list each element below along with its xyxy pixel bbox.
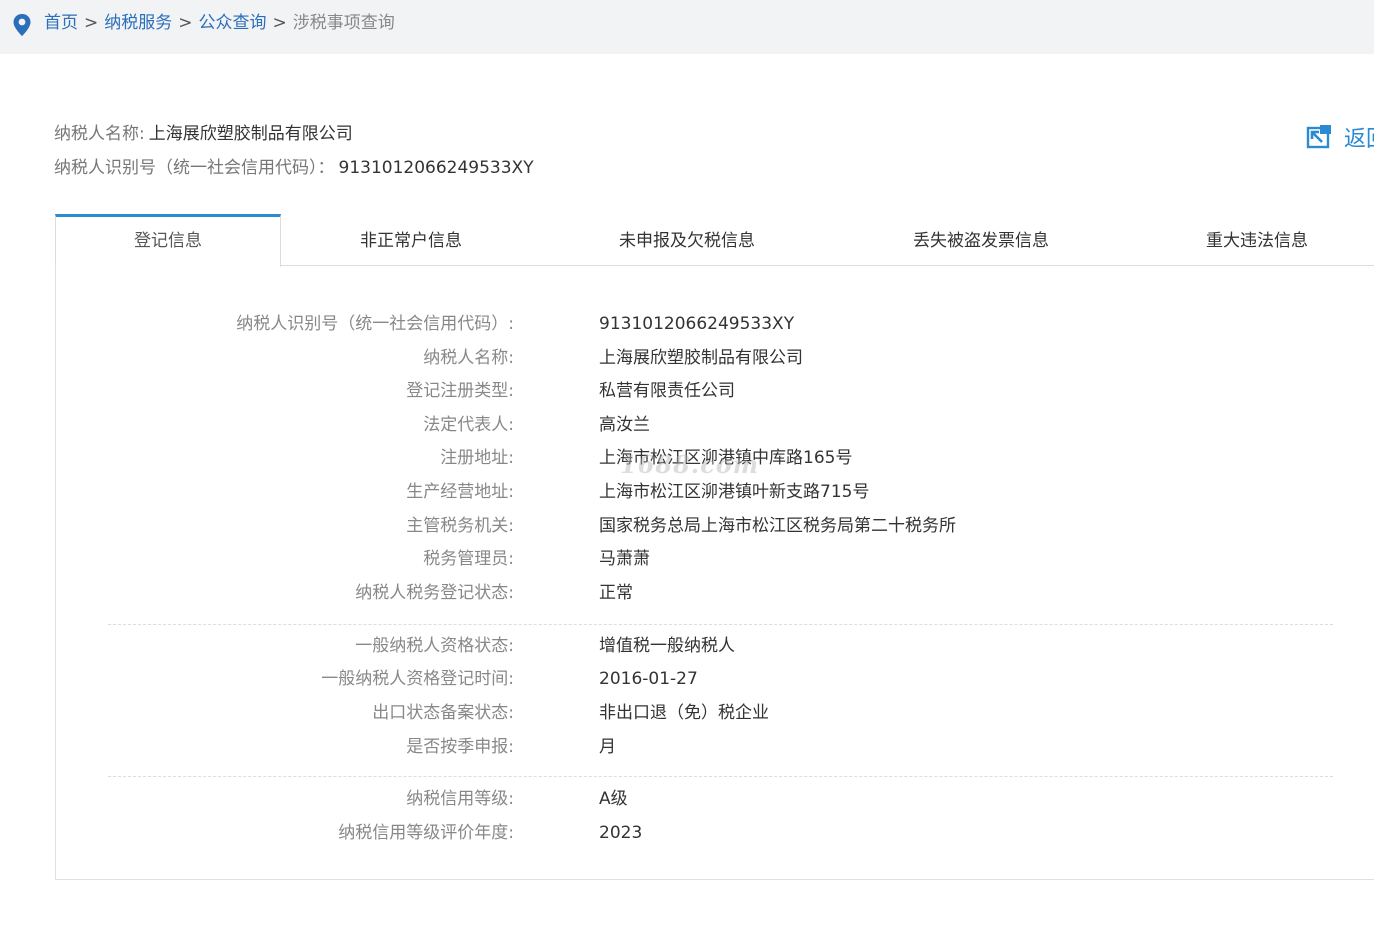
field-label: 纳税人识别号（统一社会信用代码）: [236,314,514,334]
field-label: 主管税务机关: [406,516,514,536]
field-general-taxpayer-status: 一般纳税人资格状态: 增值税一般纳税人 [0,634,1300,658]
field-registration-type: 登记注册类型: 私营有限责任公司 [0,379,1300,403]
field-value: 非出口退（免）税企业 [599,703,769,723]
field-label: 纳税人名称: [423,348,514,368]
field-value: 上海市松江区泖港镇叶新支路715号 [599,482,870,502]
field-registered-address: 注册地址: 上海市松江区泖港镇中库路165号 [0,446,1300,470]
breadcrumb-bar: 首页 > 纳税服务 > 公众查询 > 涉税事项查询 [0,0,1374,54]
field-label: 法定代表人: [423,415,514,435]
section-divider [108,776,1333,777]
field-credit-rating-year: 纳税信用等级评价年度: 2023 [0,821,1300,845]
back-button-label: 返回 [1344,127,1374,152]
breadcrumb-separator: > [178,13,193,33]
taxpayer-name-value: 上海展欣塑胶制品有限公司 [148,124,353,144]
field-legal-representative: 法定代表人: 高汝兰 [0,413,1300,437]
breadcrumb-home[interactable]: 首页 [44,13,78,33]
taxpayer-id-label: 纳税人识别号（统一社会信用代码）： [54,158,335,178]
taxpayer-id-value: 9131012066249533XY [338,158,534,178]
breadcrumb-separator: > [272,13,287,33]
field-value: 私营有限责任公司 [599,381,735,401]
field-value: 马萧萧 [599,549,650,569]
location-pin-icon [13,14,31,36]
field-tax-authority: 主管税务机关: 国家税务总局上海市松江区税务局第二十税务所 [0,514,1300,538]
tab-abnormal-household[interactable]: 非正常户信息 [311,214,511,266]
field-tax-administrator: 税务管理员: 马萧萧 [0,547,1300,571]
field-value: 2016-01-27 [599,669,698,689]
taxpayer-id-row: 纳税人识别号（统一社会信用代码）： 9131012066249533XY [54,155,534,189]
field-label: 是否按季申报: [406,737,514,757]
field-value: 9131012066249533XY [599,314,795,334]
field-label: 纳税人税务登记状态: [355,583,514,603]
field-value: 月 [599,737,616,757]
section-divider [108,624,1333,625]
field-credit-rating: 纳税信用等级: A级 [0,787,1300,811]
field-taxpayer-name: 纳税人名称: 上海展欣塑胶制品有限公司 [0,346,1300,370]
field-value: 国家税务总局上海市松江区税务局第二十税务所 [599,516,956,536]
field-label: 生产经营地址: [406,482,514,502]
breadcrumb-public-query[interactable]: 公众查询 [199,13,267,33]
tab-major-violations[interactable]: 重大违法信息 [1157,214,1357,266]
breadcrumb: 首页 > 纳税服务 > 公众查询 > 涉税事项查询 [44,12,395,34]
info-tabs: 登记信息 非正常户信息 未申报及欠税信息 丢失被盗发票信息 重大违法信息 [55,214,1374,267]
field-label: 一般纳税人资格登记时间: [321,669,514,689]
breadcrumb-separator: > [84,13,99,33]
field-label: 注册地址: [440,448,514,468]
field-export-status: 出口状态备案状态: 非出口退（免）税企业 [0,701,1300,725]
breadcrumb-tax-service[interactable]: 纳税服务 [104,13,172,33]
back-button[interactable]: 返回 [1306,120,1374,152]
tab-lost-invoices[interactable]: 丢失被盗发票信息 [881,214,1081,266]
breadcrumb-current: 涉税事项查询 [292,13,395,33]
field-value: 2023 [599,823,643,843]
field-label: 一般纳税人资格状态: [355,636,514,656]
field-label: 登记注册类型: [406,381,514,401]
field-value: 上海展欣塑胶制品有限公司 [599,348,803,368]
field-label: 纳税信用等级: [406,789,514,809]
field-label: 纳税信用等级评价年度: [338,823,514,843]
field-label: 税务管理员: [423,549,514,569]
field-registration-status: 纳税人税务登记状态: 正常 [0,581,1300,605]
taxpayer-name-row: 纳税人名称: 上海展欣塑胶制品有限公司 [54,121,534,155]
tab-registration-info[interactable]: 登记信息 [55,214,281,267]
back-arrow-icon [1306,125,1331,149]
taxpayer-summary: 纳税人名称: 上海展欣塑胶制品有限公司 纳税人识别号（统一社会信用代码）： 9131… [54,121,534,189]
field-value: 正常 [599,583,633,603]
field-value: A级 [599,789,628,809]
field-general-taxpayer-date: 一般纳税人资格登记时间: 2016-01-27 [0,667,1300,691]
field-quarterly-filing: 是否按季申报: 月 [0,735,1300,759]
field-value: 上海市松江区泖港镇中库路165号 [599,448,853,468]
tab-undeclared-arrears[interactable]: 未申报及欠税信息 [587,214,787,266]
field-label: 出口状态备案状态: [372,703,514,723]
field-business-address: 生产经营地址: 上海市松江区泖港镇叶新支路715号 [0,480,1300,504]
field-value: 增值税一般纳税人 [599,636,735,656]
field-taxpayer-id: 纳税人识别号（统一社会信用代码）: 9131012066249533XY [0,312,1300,336]
field-value: 高汝兰 [599,415,650,435]
taxpayer-name-label: 纳税人名称: [54,124,145,144]
